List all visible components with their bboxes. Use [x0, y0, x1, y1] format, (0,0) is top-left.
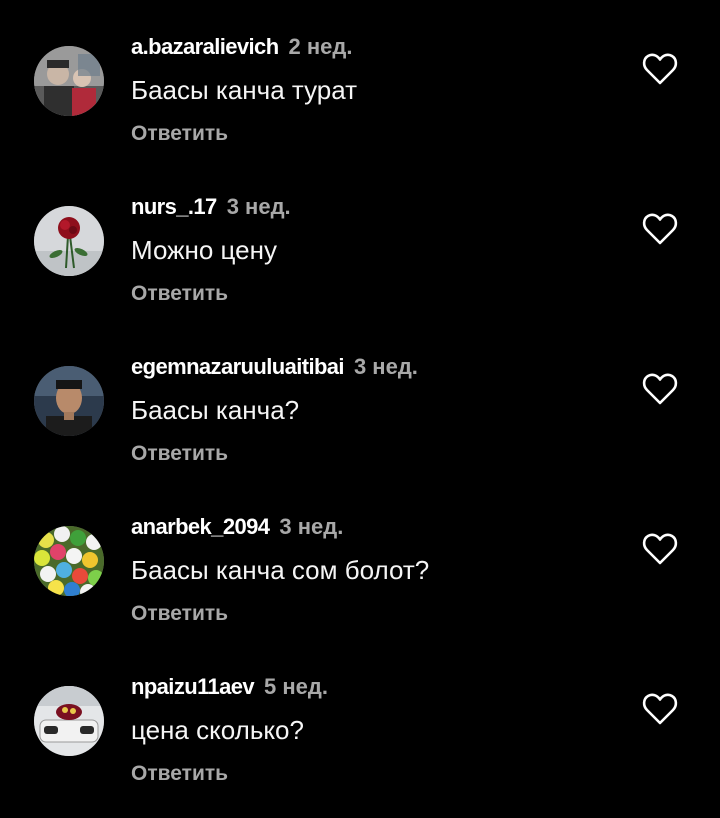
like-button[interactable] — [642, 52, 678, 86]
like-button[interactable] — [642, 692, 678, 726]
comment-meta: egemnazaruuluaitibai 3 нед. — [131, 354, 418, 380]
heart-outline-icon — [642, 693, 678, 725]
username[interactable]: egemnazaruuluaitibai — [131, 354, 345, 379]
comment-meta: anarbek_2094 3 нед. — [131, 514, 343, 540]
avatar[interactable] — [34, 526, 104, 596]
reply-button[interactable]: Ответить — [131, 601, 228, 627]
comment-time: 2 нед. — [288, 34, 353, 59]
comment-text: Можно цену — [131, 235, 277, 265]
like-button[interactable] — [642, 372, 678, 406]
heart-outline-icon — [642, 213, 678, 245]
avatar-photo — [34, 46, 104, 116]
heart-outline-icon — [642, 533, 678, 565]
reply-button[interactable]: Ответить — [131, 121, 228, 147]
avatar-photo — [34, 366, 104, 436]
avatar[interactable] — [34, 366, 104, 436]
comment-time: 3 нед. — [279, 514, 344, 539]
comment-time: 3 нед. — [353, 354, 418, 379]
username[interactable]: anarbek_2094 — [131, 514, 270, 539]
username[interactable]: nurs_.17 — [131, 194, 217, 219]
like-button[interactable] — [642, 532, 678, 566]
avatar-photo — [34, 526, 104, 596]
comment-text: Баасы канча турат — [131, 75, 358, 105]
comment-text: Баасы канча? — [131, 395, 300, 425]
comment-item: nurs_.17 3 нед. Можно цену Ответить — [0, 160, 720, 320]
comment-item: egemnazaruuluaitibai 3 нед. Баасы канча? … — [0, 320, 720, 480]
reply-button[interactable]: Ответить — [131, 441, 228, 467]
avatar[interactable] — [34, 46, 104, 116]
avatar[interactable] — [34, 686, 104, 756]
avatar-photo — [34, 686, 104, 756]
reply-button[interactable]: Ответить — [131, 281, 228, 307]
comment-time: 5 нед. — [264, 674, 328, 699]
comment-item: anarbek_2094 3 нед. Баасы канча сом болот… — [0, 480, 720, 640]
like-button[interactable] — [642, 212, 678, 246]
username[interactable]: npaizu11aev — [131, 674, 255, 699]
comment-item: a.bazaralievich 2 нед. Баасы канча турат … — [0, 0, 720, 160]
comment-meta: a.bazaralievich 2 нед. — [131, 34, 353, 60]
heart-outline-icon — [642, 373, 678, 405]
comment-text: цена сколько? — [131, 715, 304, 745]
comment-item: npaizu11aev 5 нед. цена сколько? Ответить — [0, 640, 720, 800]
comment-time: 3 нед. — [226, 194, 291, 219]
username[interactable]: a.bazaralievich — [131, 34, 279, 59]
comment-meta: npaizu11aev 5 нед. — [131, 674, 328, 700]
comment-meta: nurs_.17 3 нед. — [131, 194, 291, 220]
avatar[interactable] — [34, 206, 104, 276]
reply-button[interactable]: Ответить — [131, 761, 228, 787]
avatar-photo — [34, 206, 104, 276]
comment-text: Баасы канча сом болот? — [131, 555, 430, 585]
heart-outline-icon — [642, 53, 678, 85]
